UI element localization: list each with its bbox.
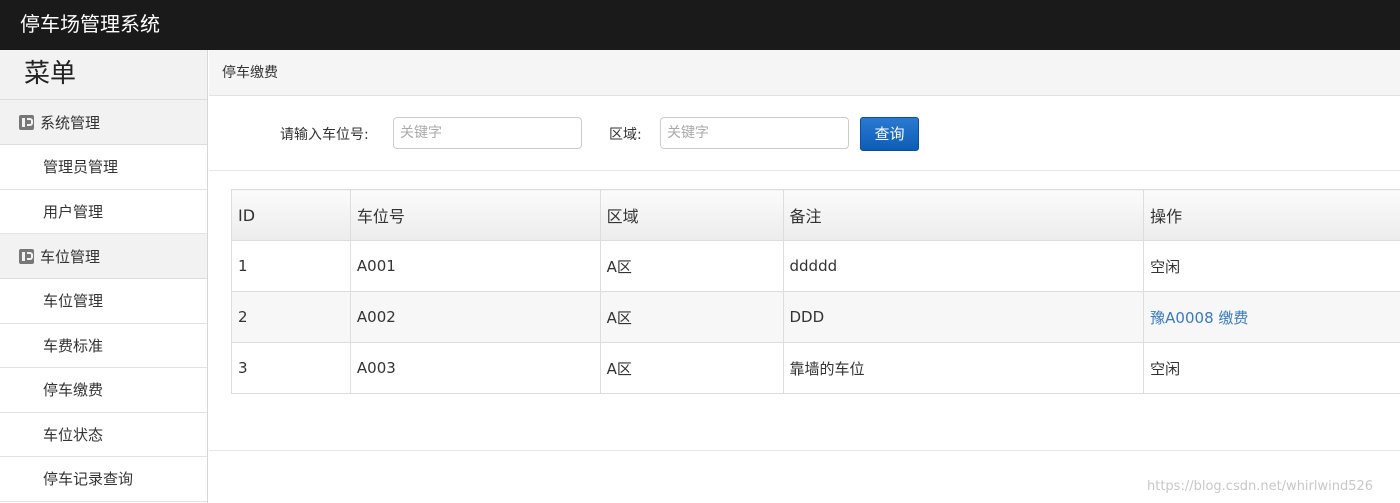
table-row: 1 A001 A区 ddddd 空闲 <box>231 240 1400 292</box>
sidebar-item-parking-records[interactable]: 停车记录查询 <box>0 457 207 502</box>
column-header-id: ID <box>231 189 351 241</box>
sidebar-group-parking[interactable]: 车位管理 <box>0 234 207 279</box>
bookmark-icon <box>19 248 34 264</box>
table-header-row: ID 车位号 区域 备注 操作 <box>231 189 1400 241</box>
parking-spot-table: ID 车位号 区域 备注 操作 1 A001 A区 ddddd 空闲 2 A00… <box>231 189 1400 394</box>
column-header-area: 区域 <box>599 189 784 241</box>
sidebar-item-spot-status[interactable]: 车位状态 <box>0 413 207 457</box>
spot-number-input[interactable] <box>393 117 582 149</box>
table-row: 3 A003 A区 靠墙的车位 空闲 <box>231 342 1400 394</box>
divider <box>209 450 1400 451</box>
table-row: 2 A002 A区 DDD 豫A0008 缴费 <box>231 291 1400 343</box>
sidebar-item-parking-payment[interactable]: 停车缴费 <box>0 368 207 413</box>
cell-spot: A003 <box>349 342 601 394</box>
sidebar-title: 菜单 <box>0 50 207 100</box>
column-header-spot: 车位号 <box>349 189 601 241</box>
sidebar-item-fee-standard[interactable]: 车费标准 <box>0 324 207 368</box>
cell-area: A区 <box>599 342 784 394</box>
bookmark-icon <box>19 114 34 130</box>
cell-area: A区 <box>599 240 784 292</box>
app-title: 停车场管理系统 <box>20 12 160 36</box>
cell-action: 豫A0008 缴费 <box>1143 291 1400 343</box>
cell-note: 靠墙的车位 <box>782 342 1145 394</box>
cell-id: 1 <box>231 240 351 292</box>
sidebar-item-spot-management[interactable]: 车位管理 <box>0 279 207 324</box>
query-button[interactable]: 查询 <box>860 117 919 151</box>
sidebar-item-user-management[interactable]: 用户管理 <box>0 190 207 234</box>
area-label: 区域: <box>609 127 642 143</box>
main-content: 停车缴费 请输入车位号: 区域: 查询 ID 车位号 区域 备注 操作 1 A0… <box>209 50 1400 503</box>
sidebar-item-admin-management[interactable]: 管理员管理 <box>0 145 207 190</box>
sidebar-group-label: 系统管理 <box>40 113 101 132</box>
column-header-note: 备注 <box>782 189 1145 241</box>
spot-number-label: 请输入车位号: <box>280 127 369 143</box>
cell-id: 2 <box>231 291 351 343</box>
breadcrumb: 停车缴费 <box>209 50 1400 96</box>
cell-spot: A002 <box>349 291 601 343</box>
sidebar-group-label: 车位管理 <box>40 247 101 266</box>
pay-fee-link[interactable]: 豫A0008 缴费 <box>1150 309 1248 327</box>
cell-note: ddddd <box>782 240 1145 292</box>
sidebar-group-system[interactable]: 系统管理 <box>0 100 207 145</box>
cell-area: A区 <box>599 291 784 343</box>
watermark: https://blog.csdn.net/whirlwind526 <box>1147 479 1374 494</box>
top-bar: 停车场管理系统 <box>0 0 1400 50</box>
sidebar: 菜单 系统管理 管理员管理 用户管理 车位管理 车位管理 车费标准 停车缴费 车… <box>0 50 208 503</box>
cell-spot: A001 <box>349 240 601 292</box>
cell-status: 空闲 <box>1143 342 1400 394</box>
cell-id: 3 <box>231 342 351 394</box>
area-input[interactable] <box>660 117 849 149</box>
column-header-action: 操作 <box>1143 189 1400 241</box>
search-bar: 请输入车位号: 区域: 查询 <box>209 96 1400 171</box>
cell-note: DDD <box>782 291 1145 343</box>
cell-status: 空闲 <box>1143 240 1400 292</box>
